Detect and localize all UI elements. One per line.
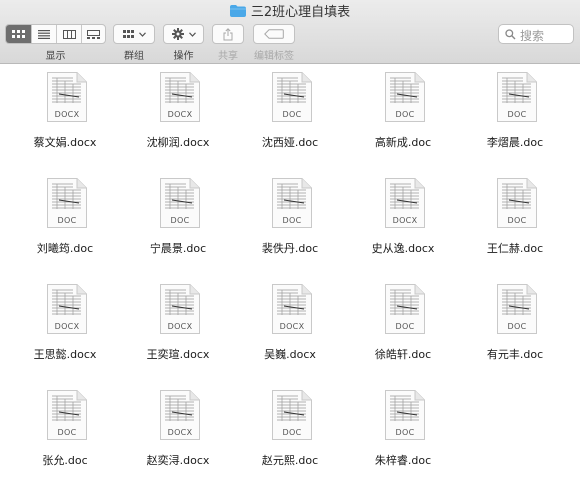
file-type-label: DOC (282, 216, 302, 225)
chevron-down-icon (138, 31, 146, 37)
file-type-label: DOC (282, 428, 302, 437)
group-label: 群组 (124, 51, 144, 62)
file-name: 史从逸.docx (371, 242, 435, 255)
file-name: 赵元熙.doc (261, 454, 319, 467)
folder-icon (229, 5, 246, 17)
file-item[interactable]: DOC 王仁赫.doc (460, 178, 570, 278)
action-label: 操作 (173, 51, 194, 62)
file-type-label: DOCX (167, 322, 193, 331)
file-type-label: DOC (395, 322, 415, 331)
file-name: 朱梓睿.doc (374, 454, 432, 467)
file-item[interactable]: DOCX 史从逸.docx (348, 178, 458, 278)
file-item[interactable]: DOCX 蔡文娟.docx (10, 72, 120, 172)
file-name: 沈西娅.doc (261, 136, 319, 149)
edit-tags-button[interactable] (253, 24, 295, 44)
file-type-label: DOC (395, 428, 415, 437)
file-item[interactable]: DOC 沈西娅.doc (235, 72, 345, 172)
file-name: 吴巍.docx (264, 348, 316, 361)
file-type-label: DOC (170, 216, 190, 225)
file-type-label: DOC (282, 110, 302, 119)
file-type-label: DOC (57, 428, 77, 437)
file-name: 王奕瑄.docx (146, 348, 210, 361)
file-grid: DOCX 蔡文娟.docx DOCX 沈柳润.docx DOC 沈西娅.doc DOC 高新成… (0, 64, 580, 485)
view-segmented-control (5, 24, 106, 44)
file-name: 王思懿.docx (33, 348, 97, 361)
gallery-view-button[interactable] (81, 25, 105, 43)
file-item[interactable]: DOC 刘曦筠.doc (10, 178, 120, 278)
file-item[interactable]: DOC 赵元熙.doc (235, 390, 345, 490)
file-name: 有元丰.doc (486, 348, 544, 361)
file-name: 王仁赫.doc (486, 242, 544, 255)
file-name: 赵奕浔.docx (146, 454, 210, 467)
file-name: 张允.doc (42, 454, 88, 467)
group-by-button[interactable] (113, 24, 155, 44)
gear-icon (171, 28, 184, 40)
view-label: 显示 (45, 51, 66, 62)
search-field[interactable]: 搜索 (498, 24, 574, 44)
file-name: 裴佚丹.doc (261, 242, 319, 255)
file-item[interactable]: DOCX 赵奕浔.docx (123, 390, 233, 490)
share-label: 共享 (218, 51, 238, 62)
file-item[interactable]: DOCX 沈柳润.docx (123, 72, 233, 172)
file-type-label: DOC (395, 110, 415, 119)
file-item[interactable]: DOCX 王奕瑄.docx (123, 284, 233, 384)
file-type-label: DOCX (167, 110, 193, 119)
file-item[interactable]: DOC 徐皓轩.doc (348, 284, 458, 384)
column-view-button[interactable] (56, 25, 81, 43)
file-type-label: DOCX (54, 322, 80, 331)
icon-view-button[interactable] (6, 25, 31, 43)
file-type-label: DOCX (167, 428, 193, 437)
search-placeholder: 搜索 (520, 29, 545, 43)
chevron-down-icon (188, 31, 196, 37)
window-title: 三2班心理自填表 (250, 5, 351, 20)
icon-grid-icon (12, 29, 25, 38)
file-item[interactable]: DOC 有元丰.doc (460, 284, 570, 384)
file-name: 高新成.doc (374, 136, 432, 149)
action-button[interactable] (163, 24, 204, 44)
file-name: 李熠晨.doc (486, 136, 544, 149)
file-name: 刘曦筠.doc (36, 242, 94, 255)
gallery-icon (87, 29, 100, 39)
toolbar: 三2班心理自填表 显示 群组 操作 共享 编辑标签 搜索 (0, 0, 580, 64)
file-name: 沈柳润.docx (146, 136, 210, 149)
file-item[interactable]: DOC 高新成.doc (348, 72, 458, 172)
file-type-label: DOCX (279, 322, 305, 331)
tag-icon (264, 29, 284, 39)
file-name: 蔡文娟.docx (33, 136, 97, 149)
list-icon (38, 29, 50, 39)
file-item[interactable]: DOC 张允.doc (10, 390, 120, 490)
file-name: 徐皓轩.doc (374, 348, 432, 361)
file-item[interactable]: DOCX 王思懿.docx (10, 284, 120, 384)
file-type-label: DOC (507, 322, 527, 331)
columns-icon (62, 29, 76, 39)
window-title-bar: 三2班心理自填表 (0, 5, 580, 21)
file-name: 宁晨景.doc (149, 242, 207, 255)
file-type-label: DOC (57, 216, 77, 225)
file-item[interactable]: DOC 朱梓睿.doc (348, 390, 458, 490)
search-icon (505, 29, 516, 40)
file-item[interactable]: DOCX 吴巍.docx (235, 284, 345, 384)
file-item[interactable]: DOC 裴佚丹.doc (235, 178, 345, 278)
file-item[interactable]: DOC 李熠晨.doc (460, 72, 570, 172)
group-grid-icon (122, 29, 134, 38)
list-view-button[interactable] (31, 25, 56, 43)
file-type-label: DOCX (54, 110, 80, 119)
share-icon (223, 27, 233, 40)
file-type-label: DOC (507, 216, 527, 225)
edit-tags-label: 编辑标签 (254, 51, 294, 62)
share-button[interactable] (212, 24, 244, 44)
file-type-label: DOC (507, 110, 527, 119)
file-item[interactable]: DOC 宁晨景.doc (123, 178, 233, 278)
file-type-label: DOCX (392, 216, 418, 225)
